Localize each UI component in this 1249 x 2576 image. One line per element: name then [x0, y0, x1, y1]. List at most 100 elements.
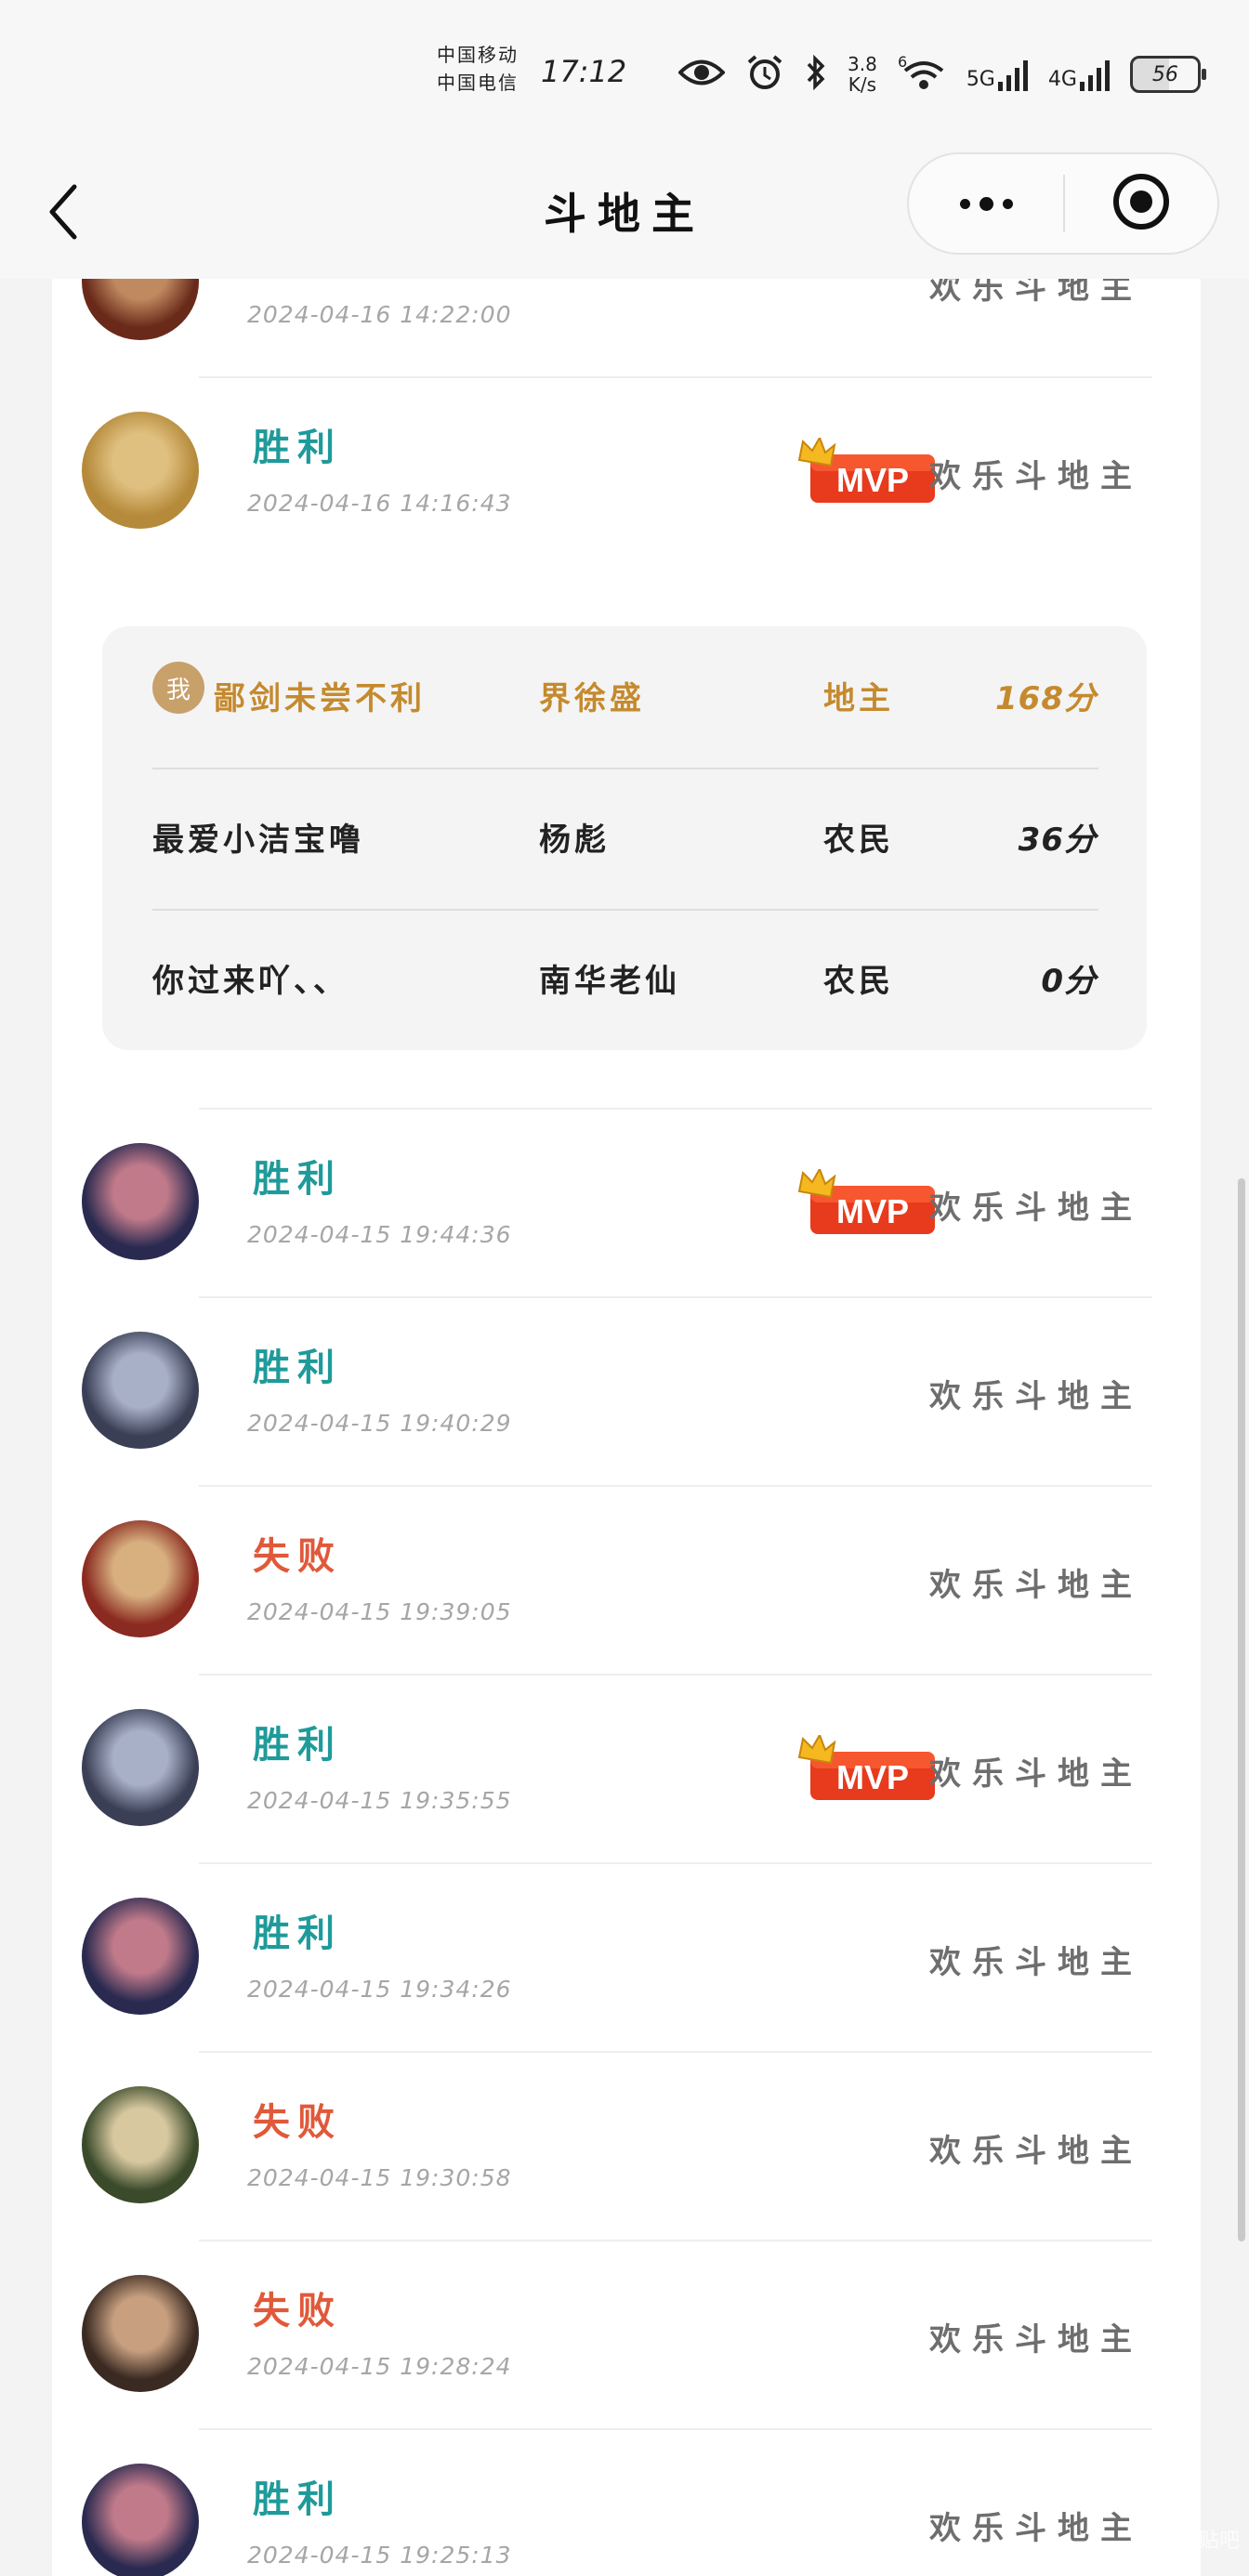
carrier-1: 中国移动: [437, 44, 519, 66]
watermark: 贴吧: [1198, 2530, 1240, 2553]
more-button[interactable]: [909, 154, 1063, 253]
mvp-badge: MVP: [797, 1732, 937, 1804]
game-mode-label: 欢乐斗地主: [929, 1189, 1143, 1227]
signal-5g-label: 5G: [966, 68, 995, 91]
svg-text:MVP: MVP: [836, 461, 909, 499]
record-row[interactable]: 胜利 2024-04-16 14:22:00 欢乐斗地主: [52, 279, 1201, 376]
record-list[interactable]: 胜利 2024-04-16 14:22:00 欢乐斗地主 胜利 2024-04-…: [52, 279, 1201, 2576]
hero-avatar: [82, 2086, 199, 2203]
hero-avatar: [82, 2275, 199, 2392]
record-row[interactable]: 胜利 2024-04-15 19:34:26 欢乐斗地主: [52, 1862, 1201, 2051]
record-time: 2024-04-16 14:22:00: [247, 301, 512, 328]
crown-icon: [797, 1166, 836, 1199]
me-badge: 我: [152, 662, 204, 714]
record-row[interactable]: 胜利 2024-04-16 14:16:43 MVP 欢乐斗地主: [52, 376, 1201, 565]
record-row[interactable]: 胜利 2024-04-15 19:35:55 MVP 欢乐斗地主: [52, 1674, 1201, 1862]
alarm-icon: [745, 53, 784, 96]
player-name: 最爱小洁宝噜: [152, 821, 364, 859]
close-button[interactable]: [1065, 154, 1217, 253]
row-divider: [199, 1674, 1152, 1676]
hero-avatar: [82, 412, 199, 529]
record-time: 2024-04-15 19:44:36: [247, 1221, 512, 1248]
status-icons: 3.8 K/s 6 5G 4G 56: [677, 46, 1206, 102]
record-row[interactable]: 失败 2024-04-15 19:28:24 欢乐斗地主: [52, 2240, 1201, 2428]
hero-avatar: [82, 1332, 199, 1449]
net-speed-value: 3.8: [848, 53, 877, 75]
game-mode-label: 欢乐斗地主: [929, 1944, 1143, 1981]
player-row-divider: [152, 768, 1098, 769]
eye-icon: [677, 57, 726, 92]
game-mode-label: 欢乐斗地主: [929, 458, 1143, 495]
hero-avatar: [82, 2464, 199, 2576]
mini-program-capsule: [907, 152, 1219, 255]
record-row[interactable]: 胜利 2024-04-15 19:44:36 MVP 欢乐斗地主: [52, 1108, 1201, 1296]
record-time: 2024-04-15 19:40:29: [247, 1410, 512, 1437]
game-mode-label: 欢乐斗地主: [929, 1378, 1143, 1415]
svg-text:MVP: MVP: [836, 1758, 909, 1796]
record-time: 2024-04-15 19:30:58: [247, 2164, 512, 2191]
scrollbar[interactable]: [1238, 1178, 1245, 2241]
nav-bar: 斗地主: [0, 149, 1249, 279]
signal-5g-icon: 5G: [966, 58, 1028, 91]
status-bar: 中国移动 中国电信 17:12 3.8 K/s 6 5G 4G 56: [0, 0, 1249, 149]
player-row: 最爱小洁宝噜 杨彪 农民 36分: [102, 768, 1147, 909]
hero-avatar: [82, 279, 199, 340]
game-mode-label: 欢乐斗地主: [929, 279, 1143, 307]
mvp-badge: MVP: [797, 435, 937, 506]
record-time: 2024-04-15 19:35:55: [247, 1787, 512, 1814]
record-row[interactable]: 失败 2024-04-15 19:30:58 欢乐斗地主: [52, 2051, 1201, 2240]
player-score: 168分: [995, 680, 1097, 717]
battery-level: 56: [1151, 62, 1178, 86]
player-hero: 杨彪: [539, 821, 610, 859]
game-mode-label: 欢乐斗地主: [929, 2133, 1143, 2170]
result-label: 胜利: [253, 1347, 342, 1389]
row-divider: [199, 2240, 1152, 2241]
crown-icon: [797, 1732, 836, 1765]
net-speed-unit: K/s: [848, 73, 877, 96]
more-dots-icon: [959, 198, 970, 209]
result-label: 失败: [253, 1535, 342, 1578]
result-label: 胜利: [253, 1912, 342, 1955]
player-score: 36分: [1018, 821, 1097, 859]
player-role: 地主: [823, 680, 894, 717]
player-name: 鄙剑未尝不利: [214, 680, 426, 717]
player-row-divider: [152, 909, 1098, 911]
match-detail-card: 我鄙剑未尝不利 界徐盛 地主 168分 最爱小洁宝噜 杨彪 农民 36分 你过来吖、、 南华老仙农…: [102, 626, 1147, 1050]
hero-avatar: [82, 1143, 199, 1260]
result-label: 胜利: [253, 427, 342, 469]
row-divider: [199, 1296, 1152, 1298]
battery-icon: 56: [1129, 56, 1206, 93]
player-role: 农民: [823, 821, 894, 859]
record-row[interactable]: 胜利 2024-04-15 19:40:29 欢乐斗地主: [52, 1296, 1201, 1485]
row-divider: [199, 2051, 1152, 2053]
more-dots-icon: [1002, 198, 1013, 209]
bluetooth-icon: [805, 54, 827, 95]
result-label: 胜利: [253, 279, 342, 283]
record-row[interactable]: 失败 2024-04-15 19:39:05 欢乐斗地主: [52, 1485, 1201, 1674]
record-time: 2024-04-15 19:39:05: [247, 1598, 512, 1625]
record-list-content: 胜利 2024-04-16 14:22:00 欢乐斗地主 胜利 2024-04-…: [52, 279, 1201, 2576]
player-role: 农民: [823, 963, 894, 1000]
hero-avatar: [82, 1898, 199, 2015]
player-hero: 界徐盛: [539, 680, 645, 717]
result-label: 胜利: [253, 1158, 342, 1201]
match-detail: 我鄙剑未尝不利 界徐盛 地主 168分 最爱小洁宝噜 杨彪 农民 36分 你过来吖、、 南华老仙农…: [52, 565, 1201, 1108]
result-label: 失败: [253, 2101, 342, 2144]
mvp-badge: MVP: [797, 1166, 937, 1238]
row-divider: [199, 1862, 1152, 1864]
game-mode-label: 欢乐斗地主: [929, 1567, 1143, 1604]
target-close-icon: [1111, 171, 1172, 236]
row-divider: [199, 1108, 1152, 1110]
game-mode-label: 欢乐斗地主: [929, 2321, 1143, 2359]
row-divider: [199, 1485, 1152, 1487]
player-row: 我鄙剑未尝不利 界徐盛 地主 168分: [102, 626, 1147, 768]
record-time: 2024-04-16 14:16:43: [247, 490, 512, 517]
player-row: 你过来吖、、 南华老仙 农民 0分: [102, 909, 1147, 1050]
carrier-2: 中国电信: [437, 72, 519, 94]
record-row[interactable]: 胜利 2024-04-15 19:25:13 欢乐斗地主: [52, 2428, 1201, 2576]
net-speed: 3.8 K/s: [848, 54, 877, 95]
record-time: 2024-04-15 19:28:24: [247, 2353, 512, 2380]
player-hero: 南华老仙: [539, 963, 680, 1000]
game-mode-label: 欢乐斗地主: [929, 2510, 1143, 2547]
signal-4g-icon: 4G: [1048, 58, 1110, 91]
